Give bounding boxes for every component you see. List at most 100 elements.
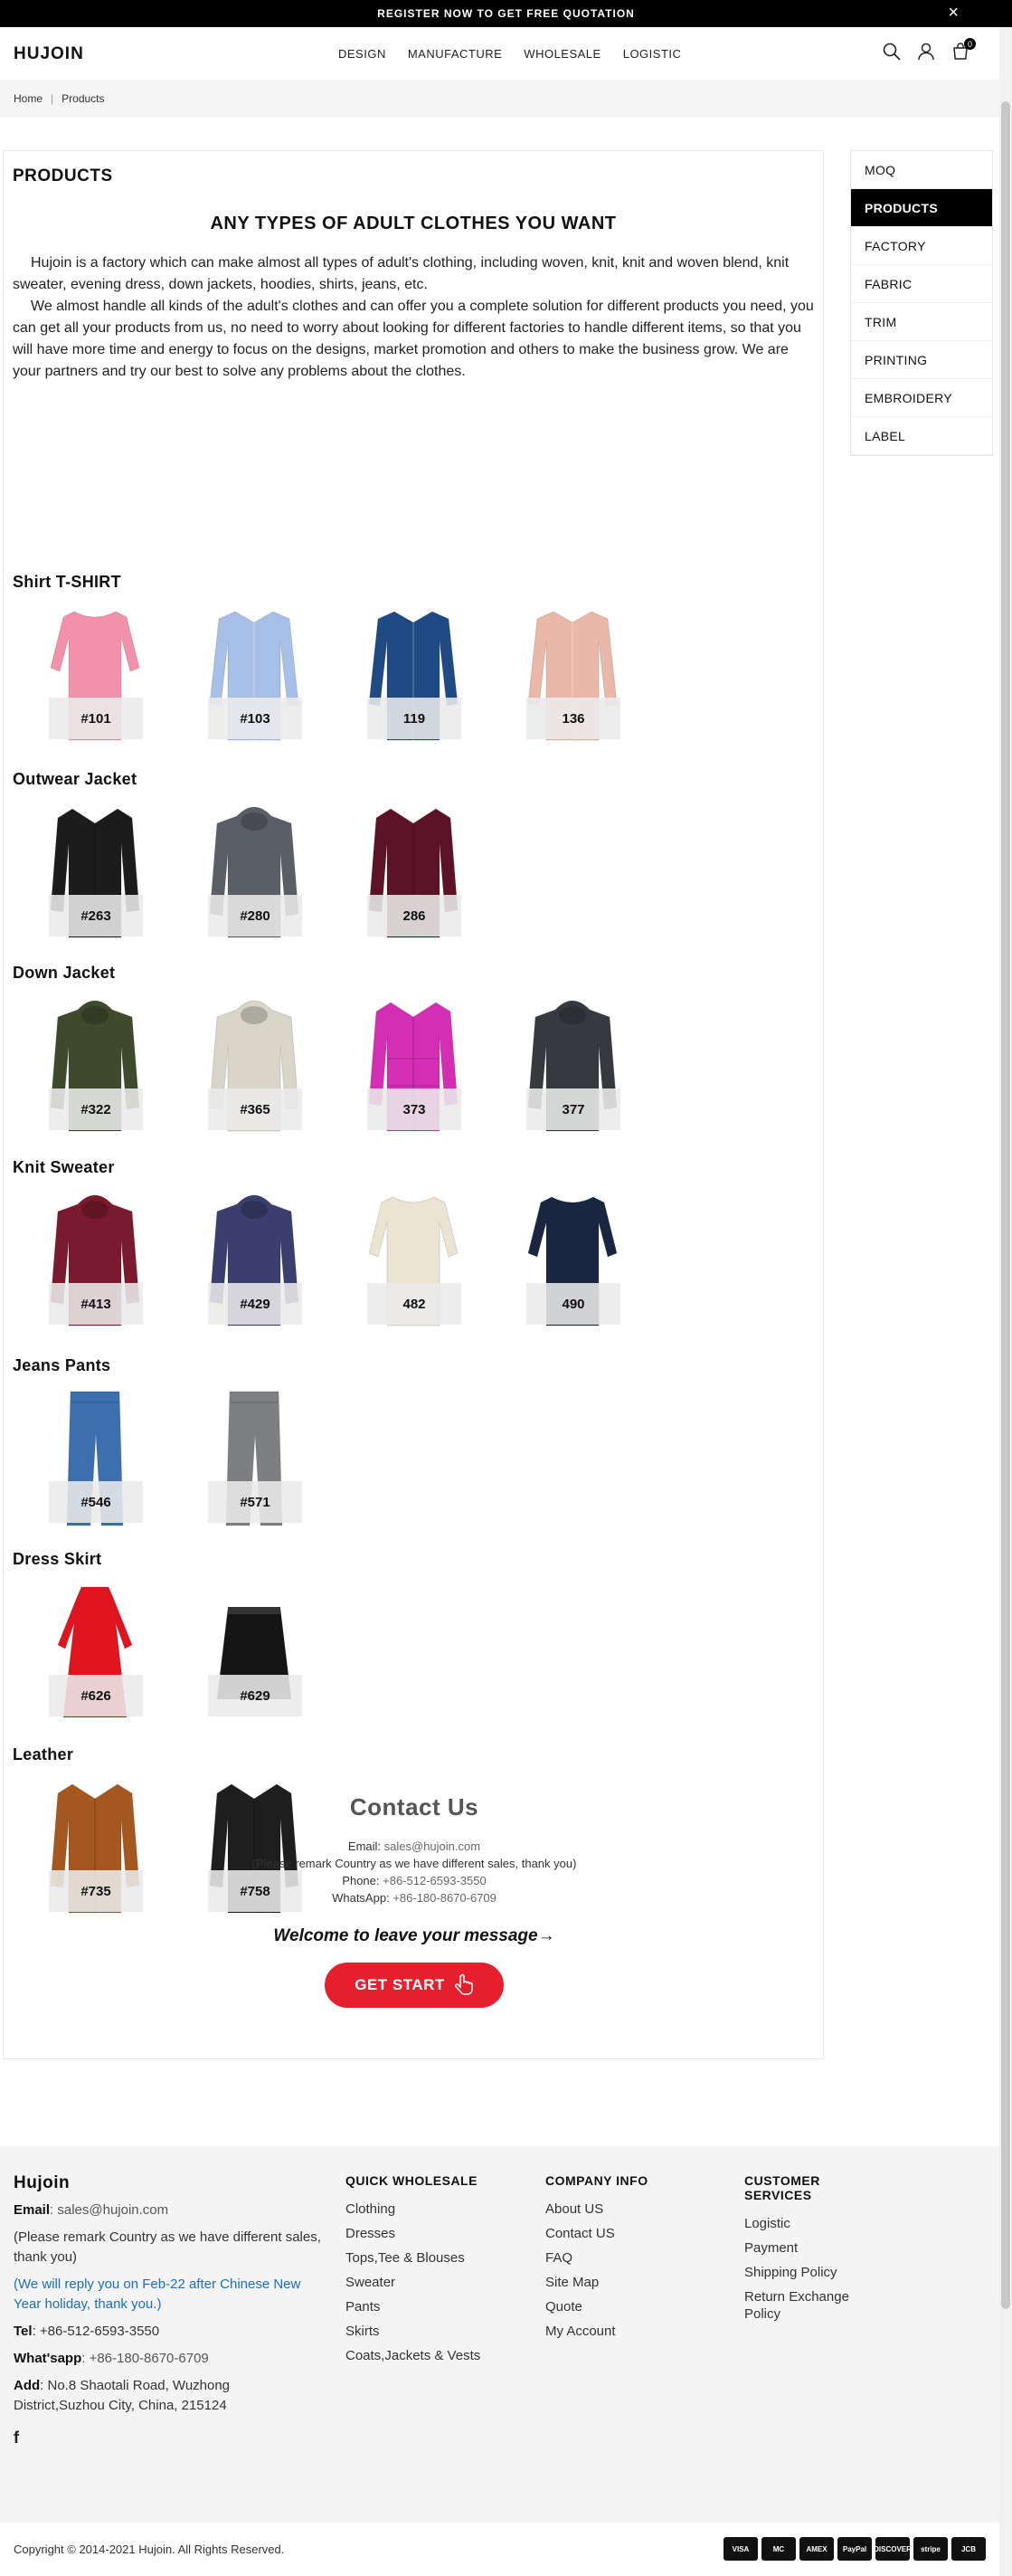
category-title: Leather [13,1745,74,1763]
category-section: Outwear Jacket #263 #280 286 [13,770,809,945]
footer-company-info: COMPANY INFO About US Contact US FAQ Site M… [545,2173,648,2347]
sidebar-item-printing[interactable]: PRINTING [851,341,992,379]
product-card[interactable]: 482 [331,1190,490,1333]
footer-wholesale-link[interactable]: Coats,Jackets & Vests [345,2347,480,2364]
search-icon[interactable] [882,42,902,62]
product-card[interactable]: #280 [172,802,331,945]
product-card[interactable]: #103 [172,604,331,747]
footer-wholesale-link[interactable]: Pants [345,2298,480,2315]
sidebar-item-products[interactable]: PRODUCTS [851,189,992,227]
account-icon[interactable] [916,42,936,62]
logo[interactable]: HUJOIN [14,44,84,64]
footer-wholesale-link[interactable]: Tops,Tee & Blouses [345,2249,480,2267]
site-footer: Hujoin Email: sales@hujoin.com (Please r… [0,2146,999,2523]
nav-wholesale[interactable]: WHOLESALE [524,47,601,61]
product-card[interactable]: #322 [13,995,172,1138]
breadcrumb-current[interactable]: Products [61,92,104,105]
footer-quick-wholesale-title: QUICK WHOLESALE [345,2173,478,2188]
sidebar-item-label[interactable]: LABEL [851,417,992,455]
product-card[interactable]: 119 [331,604,490,747]
product-card[interactable]: 136 [490,604,649,747]
intro-paragraph-2: We almost handle all kinds of the adult'… [13,299,814,379]
footer-service-link[interactable]: Logistic [744,2215,880,2232]
product-code: #263 [49,895,143,936]
contact-phone: +86-512-6593-3550 [383,1874,487,1887]
sidebar-item-embroidery[interactable]: EMBROIDERY [851,379,992,417]
product-card[interactable]: #571 [172,1388,331,1531]
product-card[interactable]: #365 [172,995,331,1138]
product-code: #626 [49,1675,143,1716]
cart-icon[interactable]: 0 [951,38,976,62]
sidebar-item-moq[interactable]: MOQ [851,151,992,189]
product-code: #280 [208,895,302,936]
contact-email[interactable]: sales@hujoin.com [384,1839,480,1853]
category-title: Knit Sweater [13,1158,115,1176]
footer-remark: (Please remark Country as we have differ… [14,2229,321,2265]
contact-phone-label: Phone: [342,1874,380,1887]
sidebar-item-trim[interactable]: TRIM [851,303,992,341]
category-section: Down Jacket #322 #365 373 377 [13,964,809,1138]
product-card[interactable]: #413 [13,1190,172,1333]
scrollbar-track[interactable] [999,27,1012,2576]
footer-company-link[interactable]: Site Map [545,2274,648,2291]
contact-whatsapp-line: WhatsApp: +86-180-8670-6709 [13,1889,816,1906]
scrollbar-thumb[interactable] [1001,101,1010,2309]
footer-company-link[interactable]: About US [545,2201,648,2218]
product-card[interactable]: #263 [13,802,172,945]
contact-email-line: Email: sales@hujoin.com [13,1838,816,1855]
product-card[interactable]: #429 [172,1190,331,1333]
footer-quick-wholesale: QUICK WHOLESALE Clothing Dresses Tops,Tee … [345,2173,480,2372]
product-grid: #546 #571 [13,1388,809,1531]
breadcrumb-home[interactable]: Home [14,92,43,105]
get-start-button[interactable]: GET START [325,1963,504,2008]
footer-tel-row: Tel: +86-512-6593-3550 [14,2322,321,2342]
footer-email[interactable]: : sales@hujoin.com [50,2202,168,2218]
announcement-text: REGISTER NOW TO GET FREE QUOTATION [377,7,635,20]
footer-service-link[interactable]: Return Exchange Policy [744,2288,880,2323]
header-icons: 0 [882,38,976,62]
product-code: 482 [367,1283,461,1325]
product-grid: #322 #365 373 377 [13,995,809,1138]
facebook-icon[interactable]: f [14,2429,321,2448]
nav-logistic[interactable]: LOGISTIC [623,47,682,61]
product-grid: #626 #629 [13,1582,809,1725]
footer-whatsapp: : +86-180-8670-6709 [81,2351,209,2366]
main-nav: DESIGN MANUFACTURE WHOLESALE LOGISTIC [338,47,681,61]
footer-wholesale-link[interactable]: Sweater [345,2274,480,2291]
product-card[interactable]: 286 [331,802,490,945]
product-card[interactable]: #101 [13,604,172,747]
product-code: 286 [367,895,461,936]
sidebar-item-fabric[interactable]: FABRIC [851,265,992,303]
page-headline: ANY TYPES OF ADULT CLOTHES YOU WANT [210,214,617,233]
nav-manufacture[interactable]: MANUFACTURE [408,47,502,61]
product-card[interactable]: 490 [490,1190,649,1333]
footer-company-link[interactable]: FAQ [545,2249,648,2267]
footer-service-link[interactable]: Shipping Policy [744,2264,880,2281]
footer-company-link[interactable]: My Account [545,2323,648,2340]
payment-icon: PayPal [837,2537,872,2561]
product-code: 119 [367,698,461,739]
product-card[interactable]: #626 [13,1582,172,1725]
product-card[interactable]: #546 [13,1388,172,1531]
footer-bottom-bar: Copyright © 2014-2021 Hujoin. All Rights… [0,2523,999,2576]
nav-design[interactable]: DESIGN [338,47,386,61]
footer-wholesale-link[interactable]: Skirts [345,2323,480,2340]
footer-wholesale-link[interactable]: Dresses [345,2225,480,2242]
footer-brand-column: Hujoin Email: sales@hujoin.com (Please r… [14,2173,321,2448]
payment-icon: AMEX [799,2537,834,2561]
footer-email-row: Email: sales@hujoin.com [14,2201,321,2220]
footer-service-link[interactable]: Payment [744,2239,880,2257]
footer-company-link[interactable]: Quote [545,2298,648,2315]
product-card[interactable]: #629 [172,1582,331,1725]
product-code: 377 [526,1088,620,1130]
product-code: 490 [526,1283,620,1325]
close-icon[interactable]: × [948,4,960,22]
product-card[interactable]: 373 [331,995,490,1138]
category-title: Dress Skirt [13,1550,102,1568]
cart-count-badge: 0 [964,38,976,50]
footer-wholesale-link[interactable]: Clothing [345,2201,480,2218]
sidebar-item-factory[interactable]: FACTORY [851,227,992,265]
footer-email-label: Email [14,2202,51,2218]
product-card[interactable]: 377 [490,995,649,1138]
footer-company-link[interactable]: Contact US [545,2225,648,2242]
